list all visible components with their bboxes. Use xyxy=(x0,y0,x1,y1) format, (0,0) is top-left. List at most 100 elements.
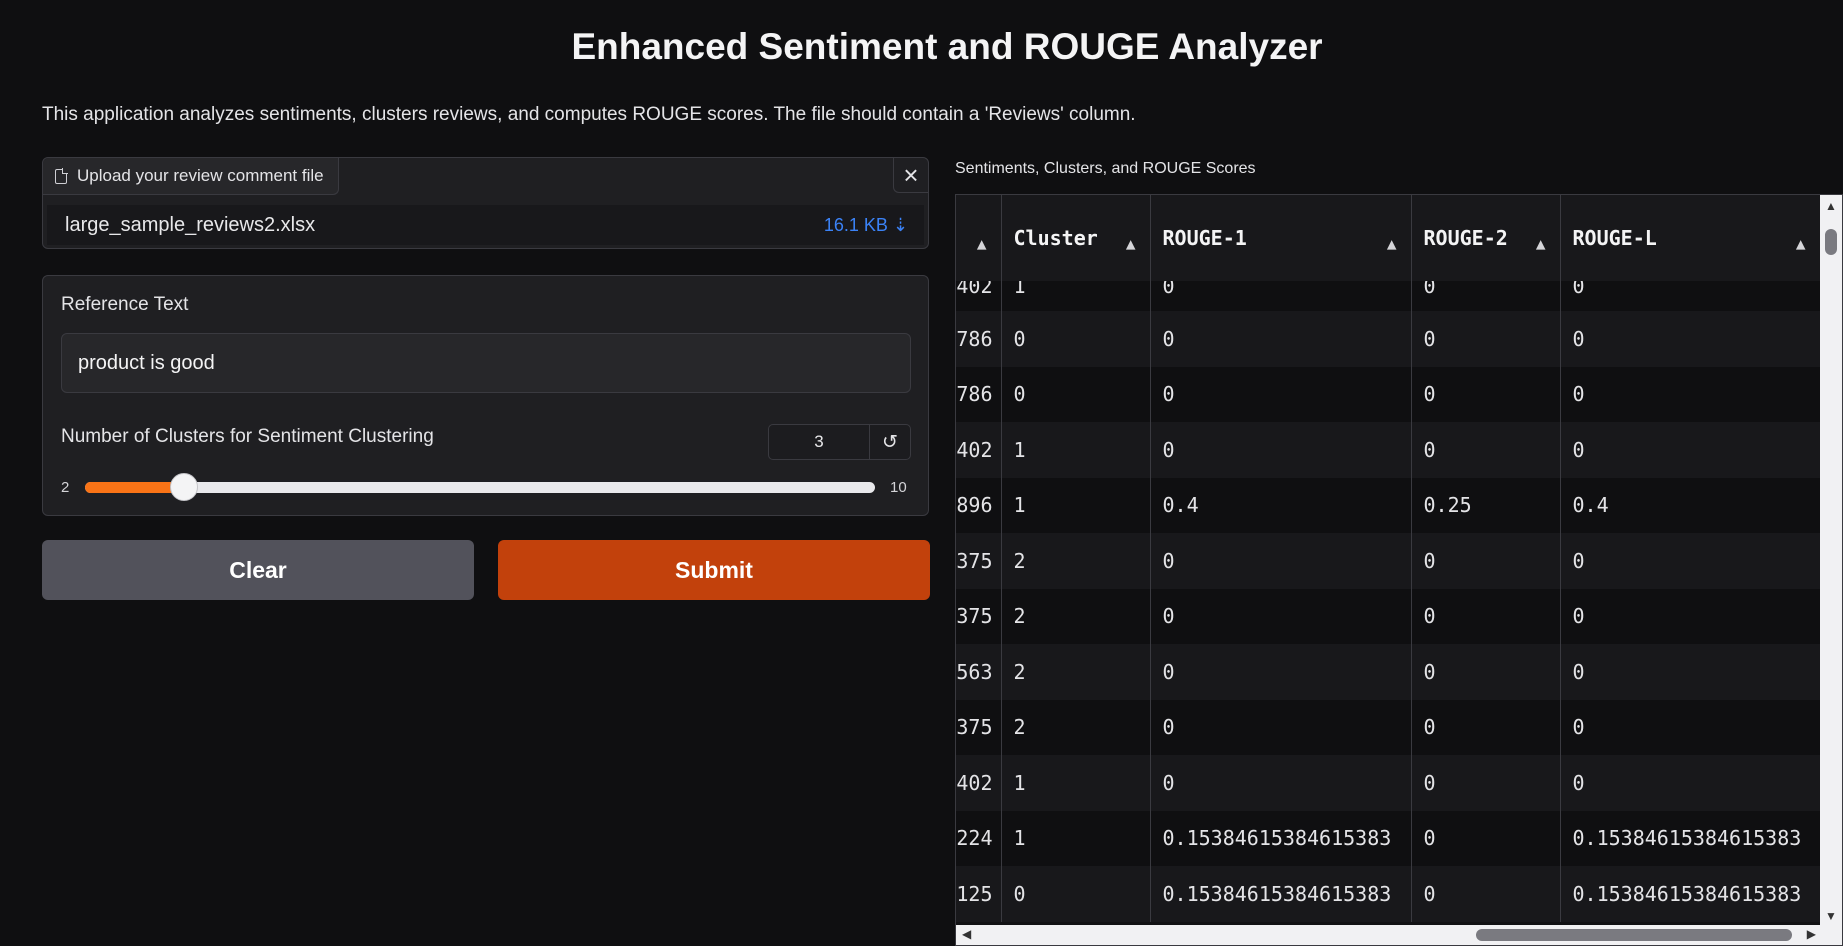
slider-thumb[interactable] xyxy=(169,473,198,501)
sort-icon[interactable]: ▲ xyxy=(1126,229,1136,258)
table-cell[interactable]: 0.4 xyxy=(1560,477,1821,533)
table-cell[interactable]: 0 xyxy=(1150,366,1412,422)
table-cell[interactable]: 375 xyxy=(956,699,1002,755)
vertical-scrollbar[interactable]: ▲ ▼ xyxy=(1820,195,1842,945)
table-cell[interactable]: 0.15384615384615383 xyxy=(1150,810,1412,866)
table-cell[interactable]: 0 xyxy=(1411,588,1561,644)
table-cell[interactable]: 1 xyxy=(1001,755,1151,811)
file-size-download-link[interactable]: 16.1 KB ⇣ xyxy=(824,215,908,236)
results-table-container[interactable]: ▲ Cluster ▲ ROUGE-1 ▲ ROUGE-2 ▲ ROUGE-L ▲ 402 1 0 0… xyxy=(955,194,1843,946)
table-cell[interactable]: 2 xyxy=(1001,533,1151,589)
table-cell[interactable]: 0 xyxy=(1560,588,1821,644)
slider-fill xyxy=(85,482,184,493)
horizontal-scrollbar[interactable]: ◀ ▶ xyxy=(956,925,1822,945)
table-cell[interactable]: 0 xyxy=(1150,281,1412,311)
table-cell[interactable]: 896 xyxy=(956,477,1002,533)
table-cell[interactable]: 0 xyxy=(1411,755,1561,811)
table-cell[interactable]: 0.15384615384615383 xyxy=(1150,866,1412,922)
table-cell[interactable]: 2 xyxy=(1001,588,1151,644)
table-cell[interactable]: 402 xyxy=(956,755,1002,811)
table-cell[interactable]: 786 xyxy=(956,366,1002,422)
table-cell[interactable]: 0.15384615384615383 xyxy=(1560,866,1821,922)
sort-icon[interactable]: ▲ xyxy=(1387,229,1397,258)
table-cell[interactable]: 0 xyxy=(1560,366,1821,422)
clusters-value[interactable]: 3 xyxy=(769,425,870,459)
scroll-right-icon[interactable]: ▶ xyxy=(1807,927,1816,941)
table-cell[interactable]: 0 xyxy=(1560,533,1821,589)
table-cell[interactable]: 1 xyxy=(1001,810,1151,866)
table-cell[interactable]: 0 xyxy=(1001,366,1151,422)
table-cell[interactable]: 375 xyxy=(956,588,1002,644)
table-cell[interactable]: 0 xyxy=(1411,533,1561,589)
sort-icon[interactable]: ▲ xyxy=(977,229,987,258)
clear-button[interactable]: Clear xyxy=(42,540,474,600)
vertical-scroll-thumb[interactable] xyxy=(1825,229,1837,255)
column-header-rouge-l[interactable]: ROUGE-L ▲ xyxy=(1560,195,1821,281)
close-icon[interactable]: × xyxy=(893,158,928,193)
file-upload[interactable]: Upload your review comment file × large_… xyxy=(42,157,929,249)
table-cell[interactable]: 563 xyxy=(956,644,1002,700)
reset-icon[interactable]: ↺ xyxy=(870,425,910,459)
table-cell[interactable]: 0 xyxy=(1150,755,1412,811)
scroll-left-icon[interactable]: ◀ xyxy=(962,927,971,941)
column-header-cluster[interactable]: Cluster ▲ xyxy=(1001,195,1151,281)
table-cell[interactable]: 0.25 xyxy=(1411,477,1561,533)
column-header-rouge-1[interactable]: ROUGE-1 ▲ xyxy=(1150,195,1412,281)
table-cell[interactable]: 402 xyxy=(956,422,1002,478)
table-body: 402 1 0 0 0 786 0 0 0 0 786 0 0 0 0 402 1 0 0 0 896 1 0.4 0.25 0… xyxy=(956,281,1821,922)
table-cell[interactable]: 2 xyxy=(1001,699,1151,755)
sort-icon[interactable]: ▲ xyxy=(1536,229,1546,258)
table-cell[interactable]: 0 xyxy=(1560,755,1821,811)
submit-button[interactable]: Submit xyxy=(498,540,930,600)
table-cell[interactable]: 0 xyxy=(1150,699,1412,755)
table-cell[interactable]: 0 xyxy=(1560,422,1821,478)
table-cell[interactable]: 2 xyxy=(1001,644,1151,700)
table-cell[interactable]: 402 xyxy=(956,281,1002,311)
table-cell[interactable]: 0 xyxy=(1411,810,1561,866)
column-header-index[interactable]: ▲ xyxy=(956,195,1002,281)
upload-label: Upload your review comment file xyxy=(43,158,339,195)
table-cell[interactable]: 0 xyxy=(1411,311,1561,367)
table-row: 402 1 0 0 0 xyxy=(956,755,1821,811)
table-cell[interactable]: 0 xyxy=(1150,588,1412,644)
table-row: 375 2 0 0 0 xyxy=(956,588,1821,644)
table-cell[interactable]: 0 xyxy=(1150,644,1412,700)
table-cell[interactable]: 0 xyxy=(1411,644,1561,700)
table-cell[interactable]: 0 xyxy=(1560,311,1821,367)
table-cell[interactable]: 0 xyxy=(1150,422,1412,478)
table-cell[interactable]: 786 xyxy=(956,311,1002,367)
table-cell[interactable]: 1 xyxy=(1001,422,1151,478)
table-row: 402 1 0 0 0 xyxy=(956,422,1821,478)
table-cell[interactable]: 224 xyxy=(956,810,1002,866)
table-cell[interactable]: 0 xyxy=(1411,422,1561,478)
column-header-label: ROUGE-2 xyxy=(1423,225,1508,250)
table-cell[interactable]: 0 xyxy=(1001,866,1151,922)
table-cell[interactable]: 0 xyxy=(1411,699,1561,755)
reference-text-label: Reference Text xyxy=(61,294,189,315)
table-cell[interactable]: 0 xyxy=(1411,281,1561,311)
reference-text-input[interactable] xyxy=(61,333,911,393)
table-cell[interactable]: 125 xyxy=(956,866,1002,922)
column-header-rouge-2[interactable]: ROUGE-2 ▲ xyxy=(1411,195,1561,281)
table-cell[interactable]: 0 xyxy=(1411,366,1561,422)
table-cell[interactable]: 0 xyxy=(1560,644,1821,700)
table-cell[interactable]: 0 xyxy=(1150,311,1412,367)
table-cell[interactable]: 0 xyxy=(1411,866,1561,922)
table-cell[interactable]: 375 xyxy=(956,533,1002,589)
column-header-label: ROUGE-1 xyxy=(1162,225,1247,250)
clusters-slider[interactable] xyxy=(85,473,875,501)
table-cell[interactable]: 1 xyxy=(1001,281,1151,311)
table-cell[interactable]: 0.4 xyxy=(1150,477,1412,533)
table-row: 375 2 0 0 0 xyxy=(956,699,1821,755)
clusters-number-input[interactable]: 3 ↺ xyxy=(768,424,911,460)
scroll-down-icon[interactable]: ▼ xyxy=(1820,909,1842,923)
table-cell[interactable]: 0 xyxy=(1150,533,1412,589)
table-cell[interactable]: 0 xyxy=(1560,281,1821,311)
table-cell[interactable]: 1 xyxy=(1001,477,1151,533)
scroll-up-icon[interactable]: ▲ xyxy=(1820,199,1842,213)
table-cell[interactable]: 0 xyxy=(1001,311,1151,367)
table-cell[interactable]: 0 xyxy=(1560,699,1821,755)
horizontal-scroll-thumb[interactable] xyxy=(1476,929,1792,941)
sort-icon[interactable]: ▲ xyxy=(1796,229,1806,258)
table-cell[interactable]: 0.15384615384615383 xyxy=(1560,810,1821,866)
